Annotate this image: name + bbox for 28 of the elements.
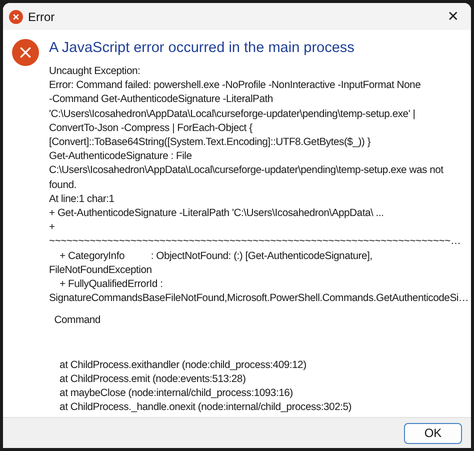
close-button[interactable]: ✕ xyxy=(441,6,465,26)
message-line: [Convert]::ToBase64String([System.Text.Encoding]::UTF8.GetBytes($_)) } xyxy=(49,136,372,150)
message-line: C:\Users\Icosahedron\AppData\Local\curseforge-updater\pending\temp-setup.exe was not xyxy=(49,164,444,178)
error-icon xyxy=(12,39,39,66)
message-line: at ChildProcess._handle.onexit (node:internal/child_process:302:5) xyxy=(58,401,352,416)
message-line: Command xyxy=(53,314,102,328)
message-line: + xyxy=(49,221,56,236)
window-title: Error xyxy=(28,10,56,24)
message-line: SignatureCommandsBaseFileNotFound,Microsoft.PowerShell.Commands.GetAuthenticodeSi… xyxy=(49,292,467,306)
message-line: ConvertTo-Json -Compress | ForEach-Object { xyxy=(49,122,254,136)
message-line: at ChildProcess.emit (node:events:513:28) xyxy=(58,372,247,387)
message-line: ~~~~~~~~~~~~~~~~~~~~~~~~~~~~~~~~~~~~~~~~~~~~~~~~~~~~~~~~~~~~~~~~~~~~~… xyxy=(49,235,462,250)
message-line: at maybeClose (node:internal/child_process:1093:16) xyxy=(58,387,294,402)
message-line: found. xyxy=(49,178,78,193)
message-line: At line:1 char:1 xyxy=(49,192,116,207)
error-icon xyxy=(9,10,23,24)
message-line: + FullyQualifiedErrorId : xyxy=(58,278,164,292)
message-line: Uncaught Exception: xyxy=(49,65,142,79)
message-line: Get-AuthenticodeSignature : File xyxy=(49,150,193,164)
message-line: -Command Get-AuthenticodeSignature -LiteralPath xyxy=(49,93,274,108)
message-line: + Get-AuthenticodeSignature -LiteralPath 'C:\Users\Icosahedron\AppData\ ... xyxy=(49,207,385,222)
ok-button[interactable]: OK xyxy=(404,422,462,444)
message-line: 'C:\Users\Icosahedron\AppData\Local\curseforge-updater\pending\temp-setup.exe' | xyxy=(49,108,416,122)
error-heading: A JavaScript error occurred in the main process xyxy=(49,39,356,56)
message-line: + CategoryInfo : ObjectNotFound: (:) [Get-AuthenticodeSignature], xyxy=(58,250,374,264)
message-line: Error: Command failed: powershell.exe -NoProfile -NonInteractive -InputFormat None xyxy=(49,79,422,94)
message-line: at ChildProcess.exithandler (node:child_process:409:12) xyxy=(58,358,308,373)
message-line: FileNotFoundException xyxy=(49,264,153,278)
